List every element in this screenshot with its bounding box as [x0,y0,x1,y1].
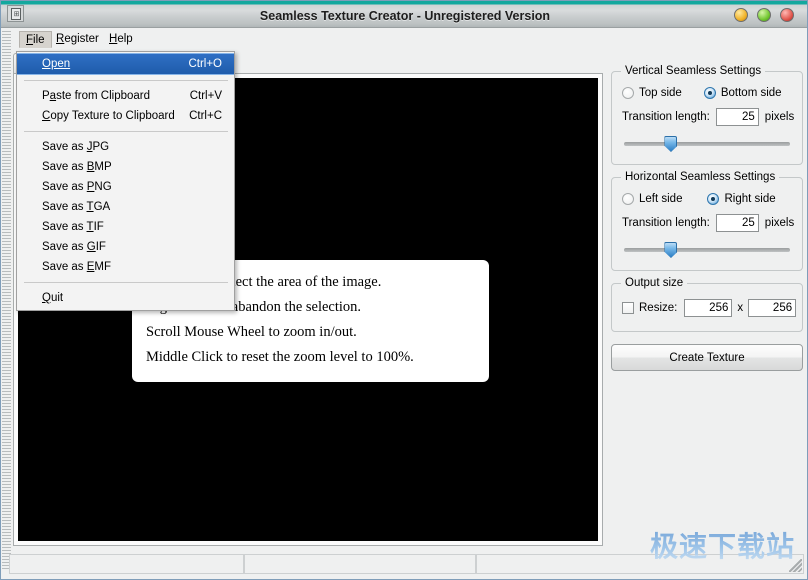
size-separator: x [737,302,743,314]
menu-save-as-emf[interactable]: Save as EMF [17,257,234,277]
vertical-transition-label: Transition length: [622,111,710,123]
maximize-button[interactable] [757,8,771,22]
menu-open[interactable]: Open Ctrl+O [17,53,234,75]
minimize-button[interactable] [734,8,748,22]
status-bar [9,554,804,574]
horizontal-transition-unit: pixels [765,217,794,229]
menu-bar: File Register Help [1,29,808,50]
status-cell-1 [9,554,244,574]
resize-row: Resize: x [622,299,792,317]
menu-item-file[interactable]: File [19,31,52,48]
vertical-transition-unit: pixels [765,111,794,123]
menu-save-as-png[interactable]: Save as PNG [17,177,234,197]
menu-item-register-rest: egister [64,33,99,45]
resize-label: Resize: [639,302,677,314]
menu-copy-texture-to-clipboard[interactable]: Copy Texture to Clipboard Ctrl+C [17,106,234,126]
vertical-transition-row: Transition length: pixels [622,108,792,126]
vertical-transition-slider[interactable] [624,136,790,152]
radio-top-side[interactable] [622,87,634,99]
horizontal-side-radio-row: Left side Right side [622,193,792,205]
menu-paste-label: Paste from Clipboard [42,90,150,102]
output-size-group: Output size Resize: x [611,283,803,332]
output-width-input[interactable] [684,299,732,317]
close-button[interactable] [780,8,794,22]
menu-copy-accel: Ctrl+C [189,106,222,126]
menu-item-register[interactable]: Register [49,31,106,48]
create-texture-button[interactable]: Create Texture [611,344,803,371]
menu-save-as-gif[interactable]: Save as GIF [17,237,234,257]
horizontal-transition-input[interactable] [716,214,759,232]
menu-save-as-jpg[interactable]: Save as JPG [17,137,234,157]
vertical-side-radio-row: Top side Bottom side [622,87,792,99]
left-decorative-rail [2,31,11,571]
settings-column: Vertical Seamless Settings Top side Bott… [611,71,803,371]
horizontal-transition-row: Transition length: pixels [622,214,792,232]
vertical-seamless-settings-group: Vertical Seamless Settings Top side Bott… [611,71,803,165]
menu-paste-from-clipboard[interactable]: Paste from Clipboard Ctrl+V [17,86,234,106]
horizontal-transition-slider[interactable] [624,242,790,258]
window-title: Seamless Texture Creator - Unregistered … [1,1,808,28]
title-bar[interactable]: ⊞ Seamless Texture Creator - Unregistere… [1,1,808,28]
vertical-slider-track [624,142,790,146]
radio-left-side-label: Left side [639,193,682,205]
radio-right-side[interactable] [707,193,719,205]
menu-save-as-tga[interactable]: Save as TGA [17,197,234,217]
application-window: ⊞ Seamless Texture Creator - Unregistere… [0,0,808,580]
radio-right-side-label: Right side [724,193,775,205]
menu-open-accel: Ctrl+O [188,54,222,74]
horizontal-transition-label: Transition length: [622,217,710,229]
vertical-slider-thumb[interactable] [664,136,677,152]
help-line-3: Scroll Mouse Wheel to zoom in/out. [146,320,475,345]
menu-separator-1 [24,80,228,81]
status-cell-2 [244,554,476,574]
radio-bottom-side[interactable] [704,87,716,99]
radio-top-side-label: Top side [639,87,682,99]
output-size-title: Output size [621,277,687,289]
horizontal-seamless-settings-group: Horizontal Seamless Settings Left side R… [611,177,803,271]
status-cell-3 [476,554,804,574]
menu-item-help-rest: elp [117,33,132,45]
menu-save-as-bmp[interactable]: Save as BMP [17,157,234,177]
radio-bottom-side-label: Bottom side [721,87,782,99]
radio-left-side[interactable] [622,193,634,205]
resize-checkbox[interactable] [622,302,634,314]
horizontal-settings-title: Horizontal Seamless Settings [621,171,779,183]
vertical-settings-title: Vertical Seamless Settings [621,65,765,77]
menu-save-as-tif[interactable]: Save as TIF [17,217,234,237]
vertical-transition-input[interactable] [716,108,759,126]
menu-open-label: Open [42,58,70,70]
menu-quit[interactable]: Quit [17,288,234,308]
menu-paste-accel: Ctrl+V [190,86,222,106]
menu-item-file-rest: ile [33,34,45,46]
menu-item-help[interactable]: Help [102,31,140,48]
file-dropdown-menu: Open Ctrl+O Paste from Clipboard Ctrl+V … [16,51,235,311]
output-height-input[interactable] [748,299,796,317]
menu-separator-2 [24,131,228,132]
horizontal-slider-track [624,248,790,252]
horizontal-slider-thumb[interactable] [664,242,677,258]
menu-copy-label: Copy Texture to Clipboard [42,110,175,122]
help-line-4: Middle Click to reset the zoom level to … [146,345,475,370]
menu-separator-3 [24,282,228,283]
resize-grip[interactable] [789,559,802,572]
